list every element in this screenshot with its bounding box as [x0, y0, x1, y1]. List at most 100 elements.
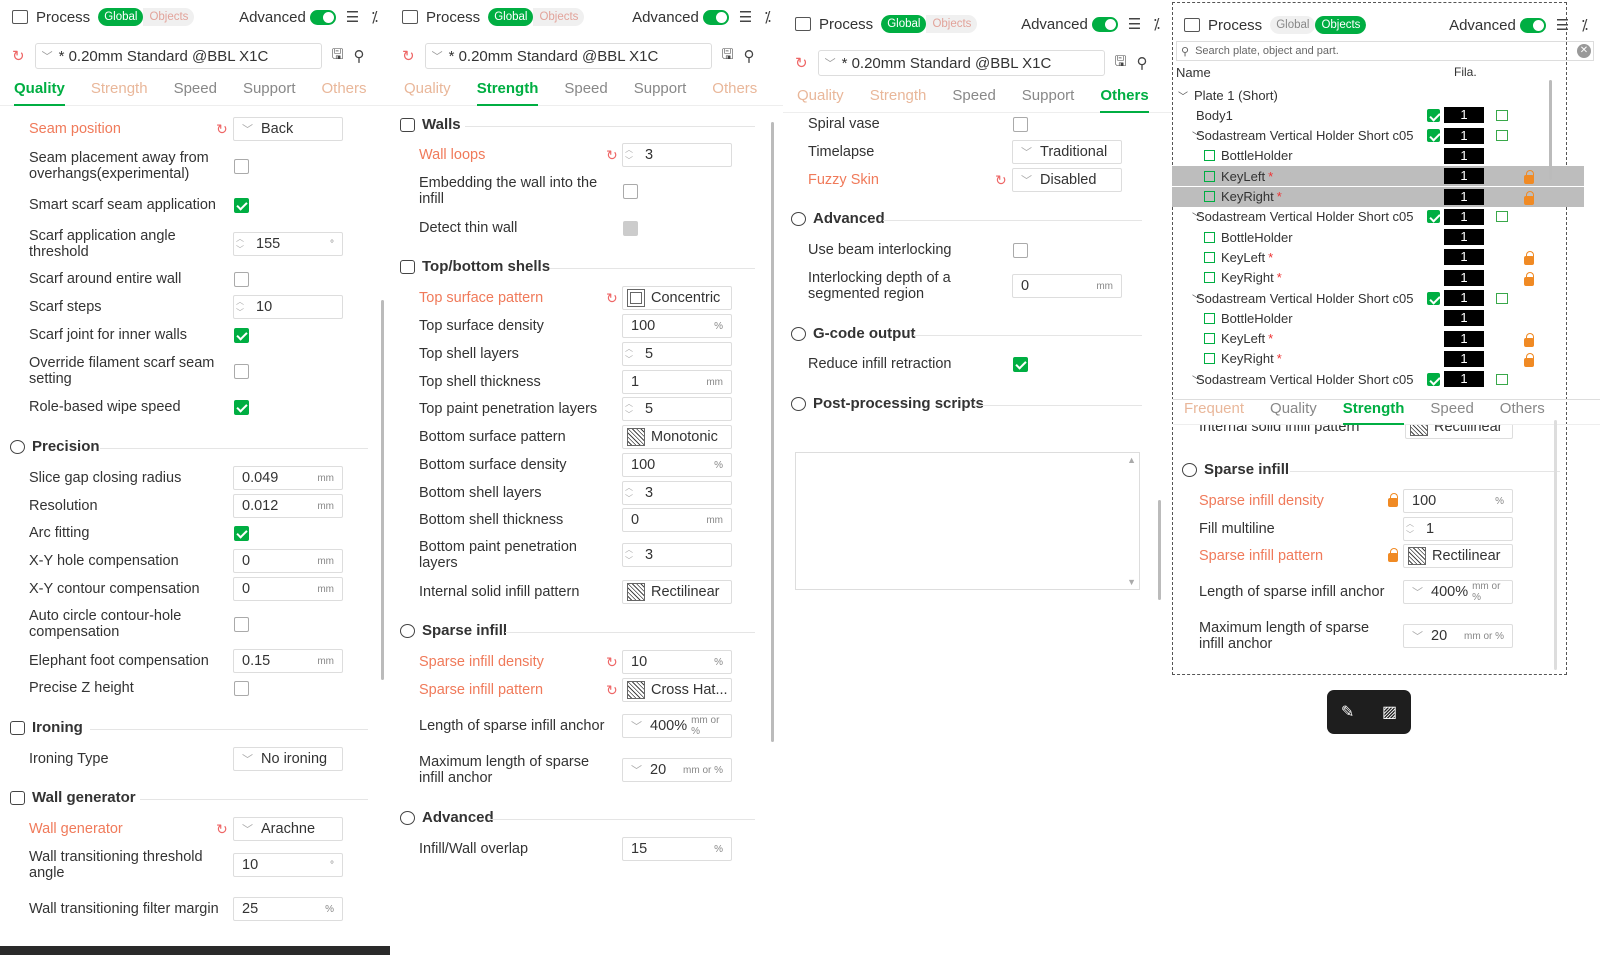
search-icon[interactable]: ⚲ — [354, 47, 365, 65]
cube-icon[interactable] — [1496, 109, 1508, 121]
xy-contour-input[interactable]: 0 mm — [233, 577, 343, 601]
tab-quality[interactable]: Quality — [797, 87, 844, 112]
lock-icon[interactable] — [1524, 190, 1534, 205]
tree-row[interactable]: KeyRight * 1 — [1172, 186, 1584, 207]
filament-badge[interactable]: 1 — [1444, 371, 1484, 388]
timelapse-select[interactable]: ﹀ Traditional — [1012, 140, 1122, 164]
global-option[interactable]: Global — [881, 15, 927, 33]
cube-icon[interactable] — [1496, 373, 1508, 385]
max-anchor-input[interactable]: ﹀ 20 mm or % — [622, 758, 732, 782]
filament-badge[interactable]: 1 — [1444, 107, 1484, 124]
preset-select[interactable]: ﹀ * 0.20mm Standard @BBL X1C — [34, 43, 322, 69]
objects-option[interactable]: Objects — [926, 15, 978, 33]
reset-icon[interactable]: ↻ — [795, 54, 808, 72]
lock-icon[interactable] — [1524, 251, 1534, 266]
search-icon[interactable]: ⚲ — [744, 47, 755, 65]
reset-icon[interactable]: ↻ — [606, 682, 618, 699]
tab-speed[interactable]: Speed — [952, 87, 995, 112]
tab-support[interactable]: Support — [634, 80, 687, 105]
printable-checkbox[interactable] — [1427, 129, 1440, 143]
resolution-input[interactable]: 0.012 mm — [233, 494, 343, 518]
precise-z-checkbox[interactable] — [234, 680, 249, 696]
slice-gap-input[interactable]: 0.049 mm — [233, 466, 343, 490]
tree-row[interactable]: KeyLeft * 1 — [1172, 329, 1584, 349]
sparse-density-input[interactable]: 10% — [622, 650, 732, 674]
reset-icon[interactable]: ↻ — [12, 47, 25, 65]
tab-strength[interactable]: Strength — [91, 80, 148, 105]
arc-fitting-checkbox[interactable] — [234, 525, 249, 541]
filament-badge[interactable]: 1 — [1444, 350, 1484, 367]
tab-strength[interactable]: Strength — [870, 87, 927, 112]
role-wipe-checkbox[interactable] — [234, 399, 249, 415]
tab-strength[interactable]: Strength — [476, 80, 538, 106]
reset-icon[interactable]: ↻ — [216, 821, 228, 838]
printable-checkbox[interactable] — [1427, 372, 1440, 386]
tab-frequent[interactable]: Frequent — [1184, 400, 1244, 424]
reset-icon[interactable]: ↻ — [216, 121, 228, 138]
lock-icon[interactable] — [1524, 352, 1534, 367]
sparse-pattern-select[interactable]: Rectilinear — [1403, 544, 1513, 568]
list-icon[interactable]: ☰ — [1556, 16, 1569, 34]
bot-thick-input[interactable]: 0 mm — [622, 508, 732, 532]
list-icon[interactable]: ☰ — [739, 8, 752, 26]
object-search-input[interactable]: ⚲ Search plate, object and part. ✕ — [1176, 41, 1594, 61]
tree-row[interactable]: ﹀ Sodastream Vertical Holder Short c05 1 — [1172, 207, 1584, 227]
scarf-inner-checkbox[interactable] — [234, 327, 249, 343]
interlock-depth-input[interactable]: 0 mm — [1012, 274, 1122, 298]
tab-speed[interactable]: Speed — [174, 80, 217, 105]
global-option[interactable]: Global — [98, 8, 144, 26]
max-anchor-input[interactable]: ﹀ 20 mm or % — [1403, 624, 1513, 648]
save-icon[interactable]: 🖫 — [332, 44, 344, 68]
post-processing-textarea[interactable]: ▲ ▼ — [795, 452, 1140, 590]
filament-badge[interactable]: 1 — [1444, 290, 1484, 306]
reset-icon[interactable]: ↻ — [606, 654, 618, 671]
spinner-icon[interactable]: ︿ ﹀ — [625, 144, 633, 166]
filament-badge[interactable]: 1 — [1444, 147, 1484, 164]
tree-row[interactable]: Body1 1 — [1172, 105, 1584, 125]
printable-checkbox[interactable] — [1427, 108, 1440, 122]
scarf-steps-input[interactable]: ︿ ﹀ 10 — [233, 295, 343, 319]
lock-icon[interactable] — [1524, 271, 1534, 286]
preset-select[interactable]: ﹀ * 0.20mm Standard @BBL X1C — [817, 50, 1105, 76]
filament-badge[interactable]: 1 — [1444, 330, 1484, 347]
tab-quality[interactable]: Quality — [14, 80, 65, 106]
scrollbar[interactable] — [771, 122, 774, 742]
internal-pattern-select[interactable]: Rectilinear — [622, 580, 732, 604]
bot-layers-input[interactable]: ︿ ﹀ 3 — [622, 481, 732, 505]
top-thick-input[interactable]: 1 mm — [622, 370, 732, 394]
spinner-icon[interactable]: ︿ ﹀ — [236, 233, 244, 255]
wall-loops-input[interactable]: ︿ ﹀ 3 — [622, 143, 732, 167]
sparse-density-input[interactable]: 100% — [1403, 489, 1513, 513]
ironing-type-select[interactable]: ﹀ No ironing — [233, 747, 343, 771]
advanced-toggle[interactable] — [702, 9, 729, 25]
wand-icon[interactable]: ⁒ — [371, 8, 378, 26]
objects-option[interactable]: Objects — [533, 8, 585, 26]
tree-row[interactable]: KeyRight * 1 — [1172, 349, 1584, 369]
reduce-retract-checkbox[interactable] — [1013, 356, 1028, 372]
advanced-toggle[interactable] — [309, 9, 336, 25]
wall-trans-filter-input[interactable]: 25% — [233, 897, 343, 921]
xy-hole-input[interactable]: 0 mm — [233, 549, 343, 573]
overlap-input[interactable]: 15% — [622, 837, 732, 861]
tab-others[interactable]: Others — [322, 80, 367, 105]
tree-row[interactable]: KeyLeft * 1 — [1172, 166, 1584, 187]
wand-icon[interactable]: ⁒ — [1153, 15, 1160, 33]
tree-row[interactable]: KeyRight * 1 — [1172, 268, 1584, 288]
embed-checkbox[interactable] — [623, 183, 638, 199]
scrollbar[interactable] — [381, 300, 384, 680]
wand-icon[interactable]: ⁒ — [1581, 16, 1588, 34]
spinner-icon[interactable]: ︿ ﹀ — [236, 296, 244, 318]
global-option[interactable]: Global — [488, 8, 534, 26]
spinner-icon[interactable]: ︿ ﹀ — [625, 482, 633, 504]
scroll-up-icon[interactable]: ▲ — [1127, 455, 1136, 465]
reset-icon[interactable]: ↻ — [995, 172, 1007, 189]
seam-away-checkbox[interactable] — [234, 158, 249, 174]
detect-thin-checkbox[interactable] — [623, 220, 638, 236]
spinner-icon[interactable]: ︿ ﹀ — [625, 398, 633, 420]
top-density-input[interactable]: 100% — [622, 314, 732, 338]
tab-quality[interactable]: Quality — [1270, 400, 1317, 424]
filament-badge[interactable]: 1 — [1444, 208, 1484, 225]
global-objects-toggle[interactable]: Global Objects — [1270, 16, 1367, 34]
save-icon[interactable]: 🖫 — [722, 44, 734, 68]
filament-badge[interactable]: 1 — [1444, 127, 1484, 144]
